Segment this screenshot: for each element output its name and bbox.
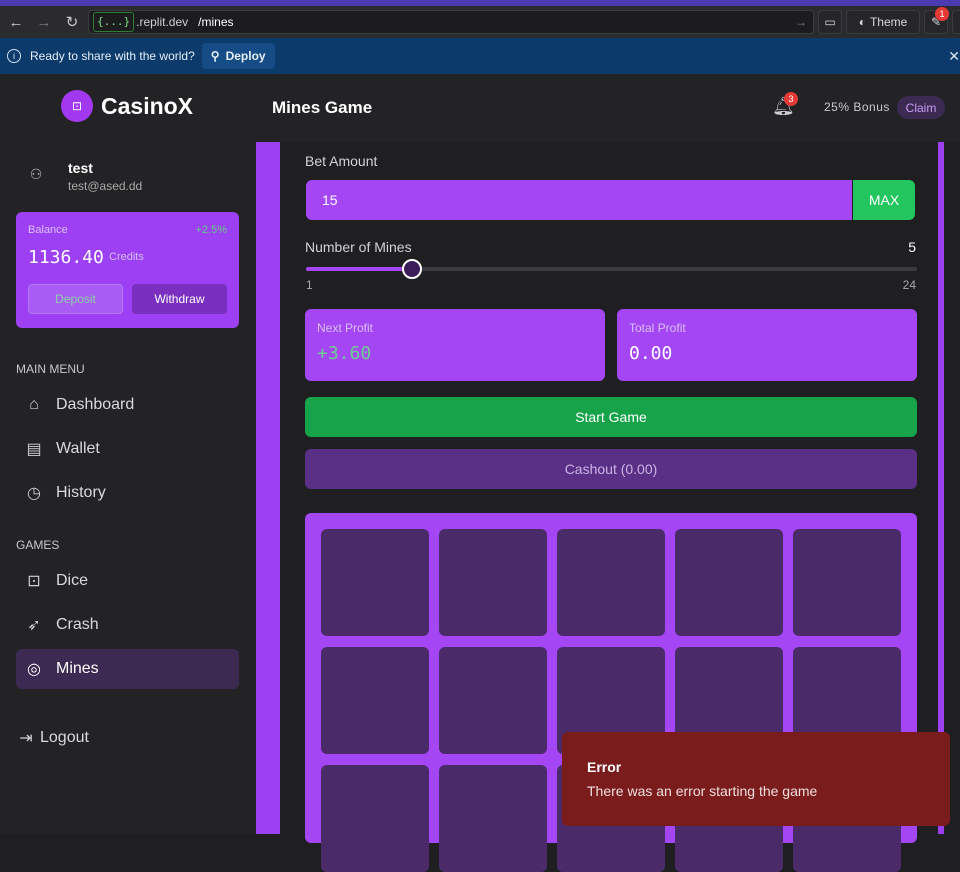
- cashout-button[interactable]: Cashout (0.00): [305, 449, 917, 489]
- info-icon: i: [7, 49, 21, 63]
- bonus-text: 25% Bonus: [824, 100, 890, 114]
- mine-tile[interactable]: [439, 765, 547, 872]
- bet-amount-label: Bet Amount: [305, 153, 378, 169]
- wallet-icon: ▤: [26, 441, 42, 458]
- toast-title: Error: [587, 759, 622, 775]
- mine-tile[interactable]: [675, 529, 783, 636]
- panel-border-right: [938, 142, 944, 834]
- main-menu-heading: MAIN MENU: [16, 362, 85, 376]
- next-profit-label: Next Profit: [317, 321, 374, 335]
- total-profit-value: 0.00: [629, 343, 673, 364]
- mines-min: 1: [306, 278, 313, 292]
- mine-tile[interactable]: [557, 529, 665, 636]
- user-profile: ⚇ test test@ased.dd: [26, 160, 143, 193]
- error-toast[interactable]: Error There was an error starting the ga…: [562, 732, 950, 826]
- screen-icon[interactable]: ▭: [818, 10, 842, 34]
- sidebar-item-label: History: [56, 484, 106, 501]
- start-game-button[interactable]: Start Game: [305, 397, 917, 437]
- user-email: test@ased.dd: [68, 179, 143, 193]
- balance-change: +2.5%: [195, 224, 228, 236]
- page-header: Mines Game 🔔︎ 3 25% Bonus Claim: [256, 74, 960, 142]
- withdraw-button[interactable]: Withdraw: [132, 284, 227, 314]
- games-heading: GAMES: [16, 538, 60, 552]
- dice-icon: ⊡: [27, 573, 41, 590]
- go-arrow-icon[interactable]: →: [795, 15, 807, 29]
- url-domain-prefix: {...}: [93, 12, 135, 32]
- url-path[interactable]: /mines: [198, 15, 233, 29]
- mines-max: 24: [902, 278, 916, 292]
- theme-button[interactable]: ◐ Theme: [846, 10, 920, 34]
- brand-name: CasinoX: [101, 92, 194, 119]
- logout-label: Logout: [40, 729, 89, 746]
- total-profit-label: Total Profit: [629, 321, 686, 335]
- balance-label: Balance: [28, 224, 68, 236]
- browser-toolbar: ← → ↻ {...} .replit.dev /mines → ▭ ◐ The…: [0, 6, 960, 38]
- share-banner: i Ready to share with the world? ⚲ Deplo…: [0, 38, 960, 74]
- mine-tile[interactable]: [439, 647, 547, 754]
- back-icon[interactable]: ←: [2, 8, 30, 36]
- deploy-label: Deploy: [225, 49, 266, 63]
- next-profit-card: Next Profit +3.60: [305, 309, 605, 381]
- slider-thumb[interactable]: [402, 259, 423, 279]
- balance-unit: Credits: [109, 251, 144, 263]
- palette-icon: ◐: [858, 15, 866, 29]
- sidebar-item-mines[interactable]: ◎ Mines: [16, 649, 239, 689]
- target-icon: ◎: [27, 661, 41, 678]
- slider-fill: [306, 267, 413, 271]
- url-domain: .replit.dev: [136, 15, 189, 29]
- balance-card: Balance +2.5% 1136.40 Credits Deposit Wi…: [16, 212, 239, 328]
- sidebar-item-history[interactable]: ◷ History: [16, 473, 239, 513]
- close-icon[interactable]: ✕: [948, 48, 960, 65]
- mines-count: 5: [908, 239, 916, 255]
- mine-tile[interactable]: [321, 529, 429, 636]
- logout-button[interactable]: ⇥ Logout: [8, 718, 231, 758]
- sidebar: ⊡ CasinoX ⚇ test test@ased.dd Balance +2…: [0, 74, 256, 834]
- mines-label: Number of Mines: [305, 239, 412, 255]
- sidebar-item-dashboard[interactable]: ⌂ Dashboard: [16, 385, 239, 425]
- sidebar-item-wallet[interactable]: ▤ Wallet: [16, 429, 239, 469]
- deposit-button[interactable]: Deposit: [28, 284, 123, 314]
- brand-logo[interactable]: ⊡ CasinoX: [61, 90, 193, 122]
- game-content: Bet Amount 15 MAX Number of Mines 5 1 24…: [256, 142, 960, 872]
- mine-tile[interactable]: [439, 529, 547, 636]
- overflow-button[interactable]: [952, 10, 960, 34]
- logout-icon: ⇥: [19, 730, 33, 747]
- sidebar-item-label: Mines: [56, 660, 99, 677]
- sidebar-item-label: Dashboard: [56, 396, 135, 413]
- reload-icon[interactable]: ↻: [58, 8, 86, 36]
- sidebar-item-label: Dice: [56, 572, 89, 589]
- bet-amount-input[interactable]: 15: [306, 180, 852, 220]
- rocket-icon: ➶: [27, 617, 41, 634]
- toast-message: There was an error starting the game: [587, 783, 818, 799]
- deploy-icon: ⚲: [210, 49, 220, 63]
- logo-icon: ⊡: [61, 90, 93, 122]
- sidebar-item-label: Wallet: [56, 440, 100, 457]
- next-profit-value: +3.60: [317, 343, 372, 364]
- user-icon: ⚇: [29, 166, 43, 182]
- mine-tile[interactable]: [321, 765, 429, 872]
- theme-label: Theme: [869, 15, 908, 29]
- address-bar[interactable]: {...} .replit.dev /mines →: [88, 10, 814, 34]
- home-icon: ⌂: [29, 396, 39, 413]
- forward-icon[interactable]: →: [30, 8, 58, 36]
- user-name: test: [68, 160, 93, 176]
- page-title: Mines Game: [272, 98, 373, 117]
- balance-value: 1136.40: [28, 247, 104, 268]
- extension-button[interactable]: ✎ 1: [924, 7, 949, 34]
- panel-border-left: [256, 142, 280, 834]
- deploy-button[interactable]: ⚲ Deploy: [201, 43, 275, 69]
- notification-badge: 3: [784, 92, 798, 106]
- mines-slider[interactable]: [306, 259, 917, 279]
- clock-icon: ◷: [27, 485, 41, 502]
- sidebar-item-label: Crash: [56, 616, 99, 633]
- extension-badge: 1: [935, 7, 949, 21]
- max-button[interactable]: MAX: [853, 180, 915, 220]
- claim-button[interactable]: Claim: [897, 96, 945, 119]
- share-text: Ready to share with the world?: [30, 49, 195, 63]
- mine-tile[interactable]: [793, 529, 901, 636]
- mine-tile[interactable]: [321, 647, 429, 754]
- sidebar-item-dice[interactable]: ⊡ Dice: [16, 561, 239, 601]
- total-profit-card: Total Profit 0.00: [617, 309, 917, 381]
- sidebar-item-crash[interactable]: ➶ Crash: [16, 605, 239, 645]
